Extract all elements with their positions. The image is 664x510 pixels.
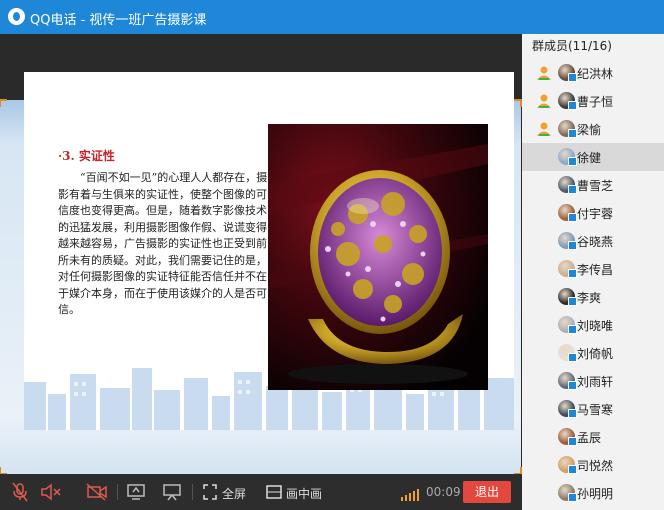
member-row[interactable]: 徐健 [522,143,664,171]
member-row[interactable]: 付宇蓉 [522,199,664,227]
avatar [558,232,577,250]
member-row[interactable]: 纪洪林 [522,59,664,87]
avatar [558,484,577,502]
share-screen-icon[interactable] [126,482,146,502]
member-row[interactable]: 孟辰 [522,423,664,451]
device-icon [568,325,577,334]
member-name: 梁愉 [577,123,602,137]
device-icon [568,185,577,194]
exit-button[interactable]: 退出 [463,481,511,503]
gold-ring-image [268,124,488,390]
device-icon [568,353,577,362]
member-name: 孙明明 [577,487,614,501]
member-name: 李爽 [577,291,602,305]
admin-icon [537,94,551,108]
avatar [558,204,577,222]
avatar [558,372,577,390]
avatar [558,176,577,194]
member-name: 刘晓唯 [577,319,614,333]
member-name: 李传昌 [577,263,614,277]
member-name: 纪洪林 [577,67,614,81]
call-control-bar: 全屏 画中画 00:09 退出 [0,474,522,510]
shared-screen-area: ·3. 实证性 “百闻不如一见”的心理人人都存在，摄影有着与生俱来的实证性，使整… [0,34,522,510]
qq-logo-icon [8,8,25,25]
member-row[interactable]: 刘倚帆 [522,339,664,367]
avatar [558,148,577,166]
speaker-muted-icon[interactable] [40,482,62,502]
member-name: 马雪寒 [577,403,614,417]
avatar [558,316,577,334]
device-icon [568,129,577,138]
avatar [558,288,577,306]
avatar [558,428,577,446]
device-icon [568,409,577,418]
avatar [558,260,577,278]
title-bar: QQ电话 - 视传一班广告摄影课 [0,0,664,34]
device-icon [568,437,577,446]
member-name: 司悦然 [577,459,614,473]
member-name: 刘雨轩 [577,375,614,389]
device-icon [568,493,577,502]
avatar [558,456,577,474]
member-name: 孟辰 [577,431,602,445]
camera-off-icon[interactable] [86,482,108,502]
member-name: 刘倚帆 [577,347,614,361]
member-row[interactable]: 曹雪芝 [522,171,664,199]
member-row[interactable]: 司悦然 [522,451,664,479]
avatar [558,400,577,418]
fullscreen-button[interactable]: 全屏 [222,485,246,502]
window-title: QQ电话 - 视传一班广告摄影课 [30,13,207,28]
member-row[interactable]: 刘雨轩 [522,367,664,395]
member-name: 徐健 [577,151,602,165]
device-icon [568,465,577,474]
member-list-panel: 群成员(11/16) 纪洪林曹子恒梁愉徐健曹雪芝付宇蓉谷晓燕李传昌李爽刘晓唯刘倚… [522,34,664,510]
device-icon [568,269,577,278]
member-row[interactable]: 李爽 [522,283,664,311]
frame-corner [514,99,522,107]
device-icon [568,157,577,166]
member-row[interactable]: 李传昌 [522,255,664,283]
fullscreen-icon[interactable] [202,482,218,502]
present-icon[interactable] [162,482,182,502]
device-icon [568,381,577,390]
picture-in-picture-icon[interactable] [266,482,282,502]
member-row[interactable]: 马雪寒 [522,395,664,423]
device-icon [568,241,577,250]
member-list-title: 群成员(11/16) [532,39,612,53]
slide-heading: ·3. 实证性 [58,149,115,163]
divider [192,484,193,500]
member-row[interactable]: 谷晓燕 [522,227,664,255]
member-row[interactable]: 梁愉 [522,115,664,143]
admin-icon [537,122,551,136]
avatar [558,64,577,82]
avatar [558,344,577,362]
member-name: 曹雪芝 [577,179,614,193]
ring-photo [268,124,488,390]
device-icon [568,73,577,82]
slide-body-text: “百闻不如一见”的心理人人都存在，摄影有着与生俱来的实证性，使整个图像的可信度也… [58,171,268,316]
admin-icon [537,66,551,80]
member-row[interactable]: 刘晓唯 [522,311,664,339]
picture-in-picture-button[interactable]: 画中画 [286,485,322,502]
device-icon [568,297,577,306]
divider [117,484,118,500]
call-timer: 00:09 [426,485,461,499]
member-row[interactable]: 曹子恒 [522,87,664,115]
device-icon [568,213,577,222]
signal-strength-icon [401,489,419,501]
member-name: 谷晓燕 [577,235,614,249]
member-name: 曹子恒 [577,95,614,109]
frame-corner [0,99,7,107]
avatar [558,120,577,138]
member-row[interactable]: 孙明明 [522,479,664,507]
member-name: 付宇蓉 [577,207,614,221]
slide-page: ·3. 实证性 “百闻不如一见”的心理人人都存在，摄影有着与生俱来的实证性，使整… [24,72,514,430]
mic-muted-icon[interactable] [12,482,28,502]
avatar [558,92,577,110]
device-icon [568,101,577,110]
